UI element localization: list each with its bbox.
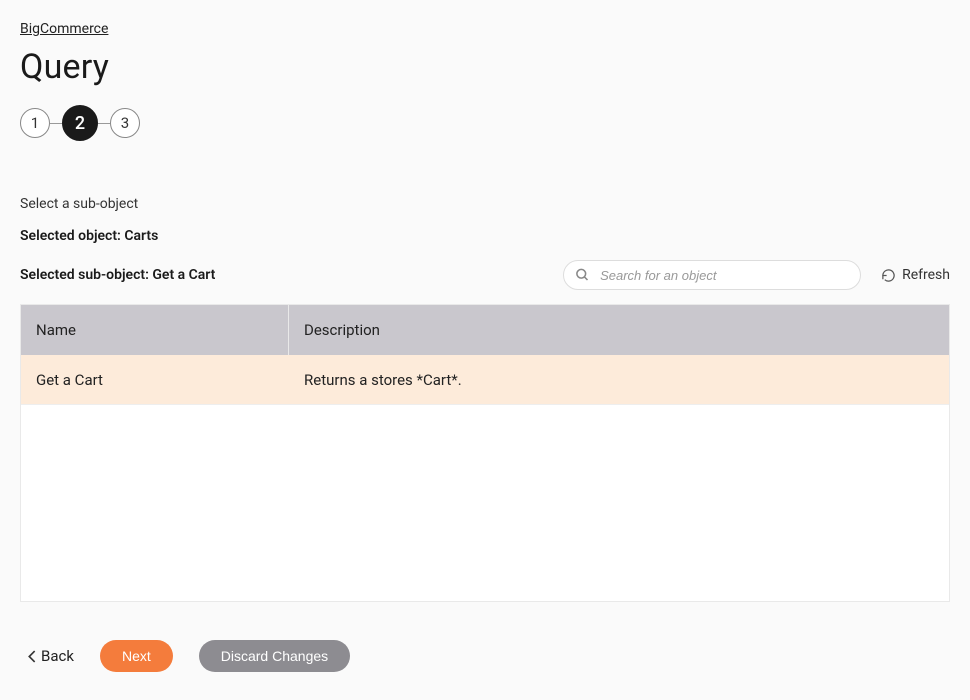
refresh-button[interactable]: Refresh — [881, 267, 950, 283]
search-input[interactable] — [563, 260, 861, 290]
stepper: 1 2 3 — [20, 105, 950, 141]
table-header: Name Description — [21, 305, 949, 355]
step-connector — [50, 123, 62, 124]
step-2[interactable]: 2 — [62, 105, 98, 141]
object-table: Name Description Get a Cart Returns a st… — [20, 304, 950, 602]
refresh-icon — [881, 268, 896, 283]
chevron-left-icon — [28, 650, 37, 663]
table-row[interactable]: Get a Cart Returns a stores *Cart*. — [21, 355, 949, 405]
back-label: Back — [41, 647, 74, 665]
header-description: Description — [289, 321, 949, 339]
back-button[interactable]: Back — [28, 647, 74, 665]
step-3[interactable]: 3 — [110, 108, 140, 138]
next-button[interactable]: Next — [100, 640, 173, 672]
page-title: Query — [20, 47, 950, 87]
selected-object: Selected object: Carts — [20, 228, 950, 244]
discard-button[interactable]: Discard Changes — [199, 640, 350, 672]
refresh-label: Refresh — [902, 267, 950, 283]
cell-description: Returns a stores *Cart*. — [289, 371, 949, 389]
cell-name: Get a Cart — [21, 355, 289, 404]
footer-actions: Back Next Discard Changes — [28, 640, 950, 672]
selected-sub-object: Selected sub-object: Get a Cart — [20, 267, 215, 283]
header-name: Name — [21, 305, 289, 355]
step-1[interactable]: 1 — [20, 108, 50, 138]
step-connector — [98, 123, 110, 124]
instruction-label: Select a sub-object — [20, 196, 950, 212]
search-box — [563, 260, 861, 290]
breadcrumb-link[interactable]: BigCommerce — [20, 21, 108, 37]
search-icon — [575, 268, 590, 283]
